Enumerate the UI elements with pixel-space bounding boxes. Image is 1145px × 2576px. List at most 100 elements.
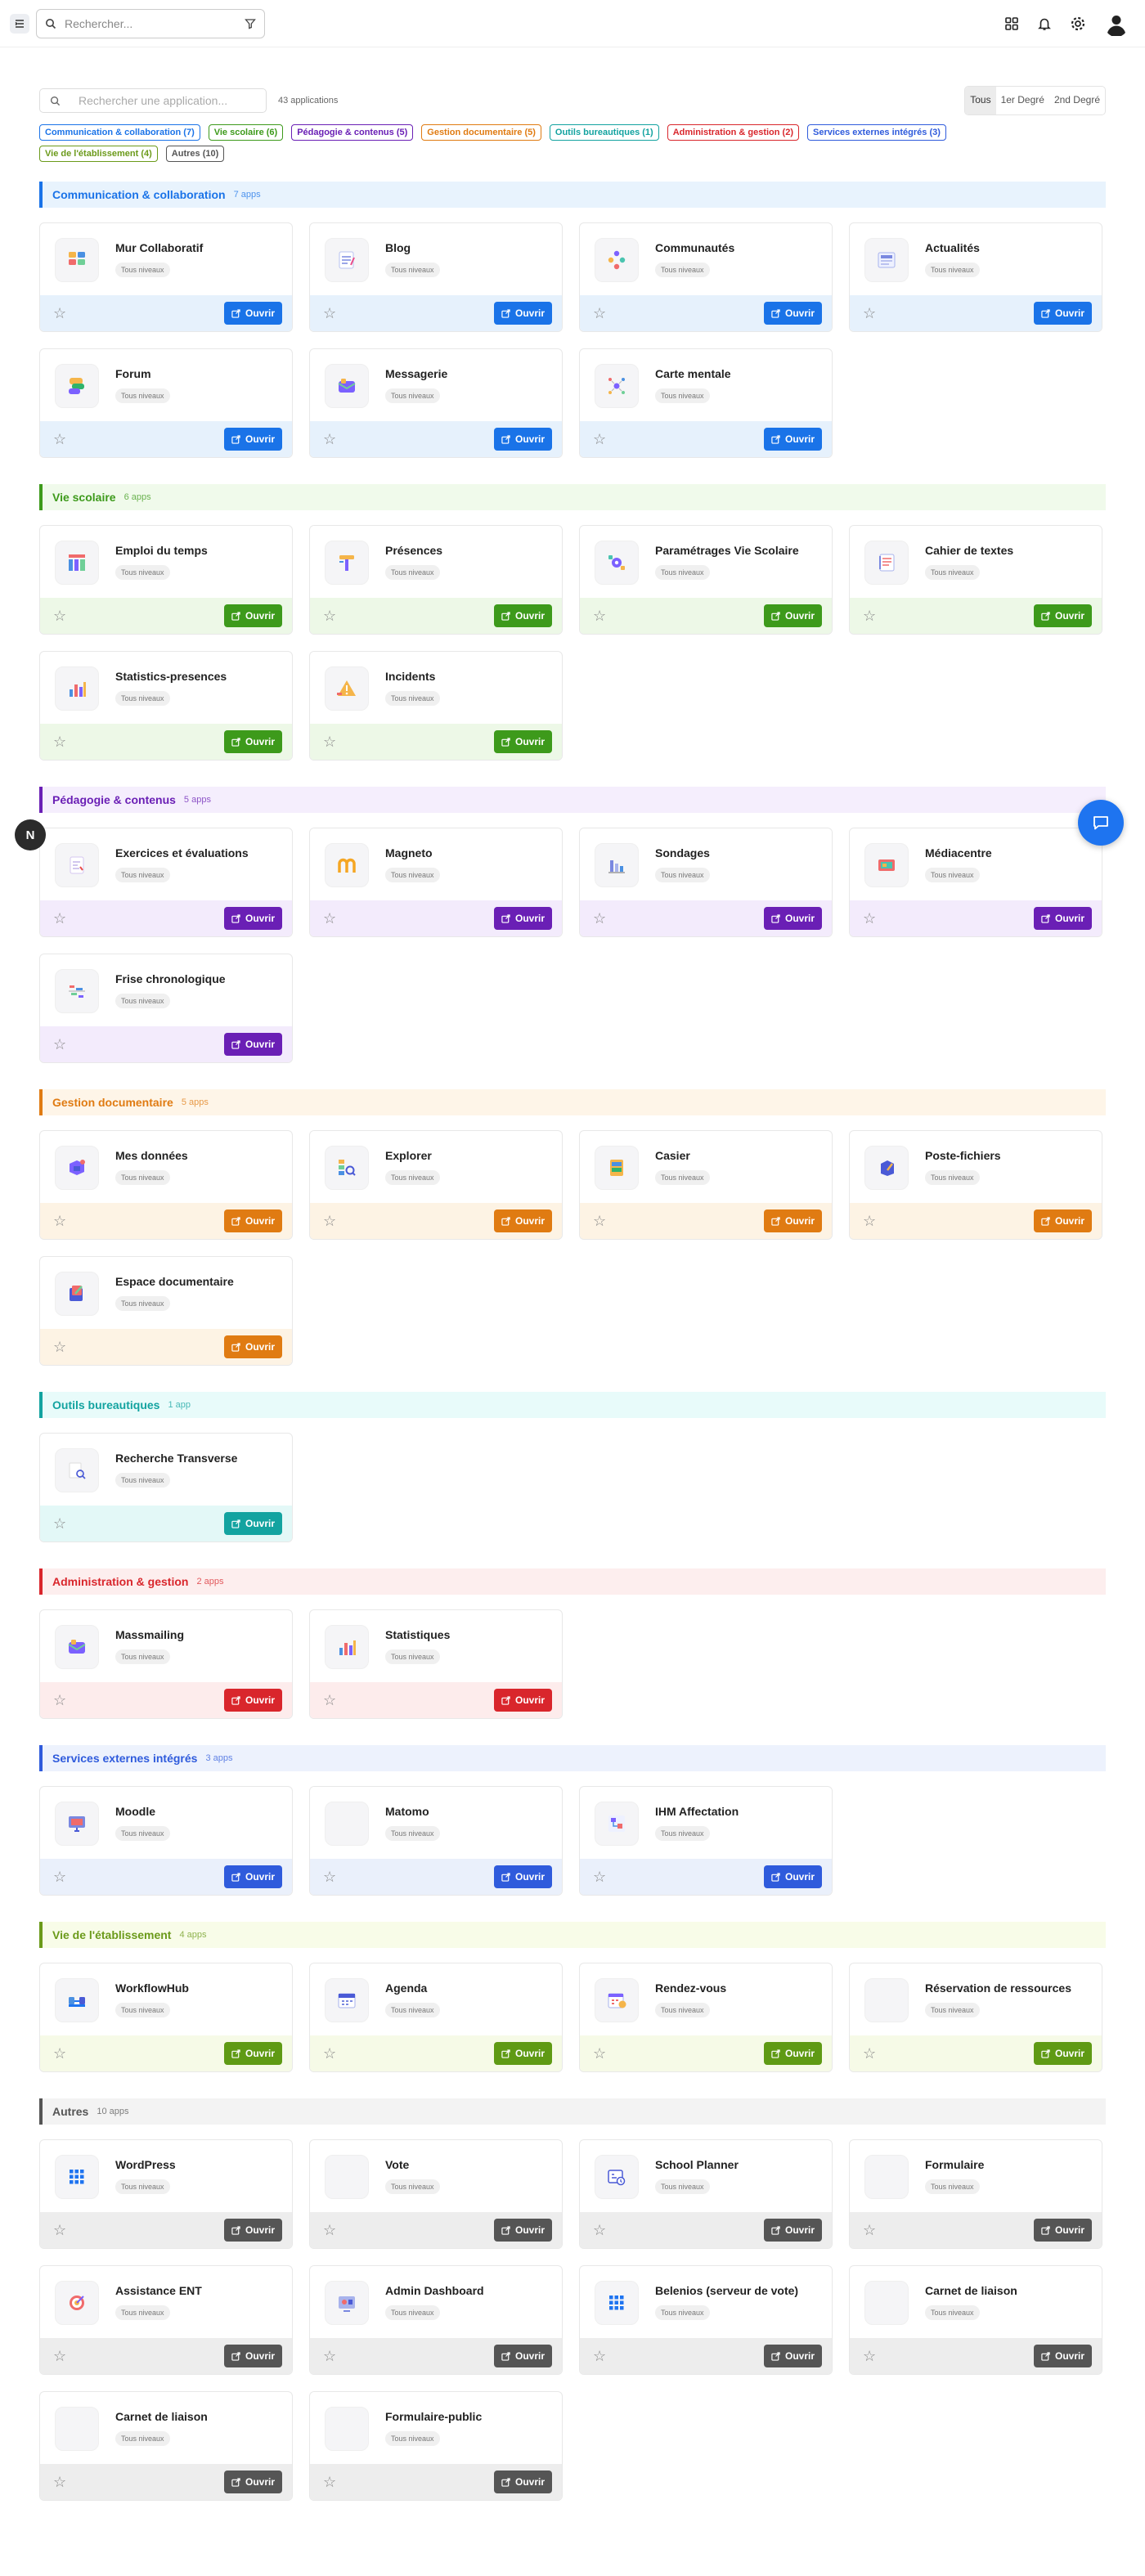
app-card[interactable]: Sondages Tous niveaux ☆ Ouvrir (579, 828, 833, 937)
menu-toggle-button[interactable] (10, 13, 29, 34)
open-app-button[interactable]: Ouvrir (763, 2345, 822, 2367)
favorite-star-icon[interactable]: ☆ (593, 305, 606, 322)
open-app-button[interactable]: Ouvrir (223, 1335, 282, 1358)
app-card[interactable]: IHM Affectation Tous niveaux ☆ Ouvrir (579, 1786, 833, 1896)
favorite-star-icon[interactable]: ☆ (323, 910, 336, 927)
favorite-star-icon[interactable]: ☆ (53, 2348, 66, 2365)
open-app-button[interactable]: Ouvrir (223, 2471, 282, 2493)
app-card[interactable]: Admin Dashboard Tous niveaux ☆ Ouvrir (309, 2265, 563, 2375)
app-card[interactable]: Communautés Tous niveaux ☆ Ouvrir (579, 222, 833, 332)
favorite-star-icon[interactable]: ☆ (53, 1036, 66, 1053)
app-card[interactable]: Espace documentaire Tous niveaux ☆ Ouvrir (39, 1256, 293, 1366)
category-filter-chip[interactable]: Administration & gestion (2) (667, 124, 799, 141)
open-app-button[interactable]: Ouvrir (493, 302, 552, 325)
app-card[interactable]: Actualités Tous niveaux ☆ Ouvrir (849, 222, 1102, 332)
category-filter-chip[interactable]: Vie scolaire (6) (208, 124, 284, 141)
favorite-star-icon[interactable]: ☆ (593, 1213, 606, 1230)
open-app-button[interactable]: Ouvrir (493, 907, 552, 930)
app-card[interactable]: Blog Tous niveaux ☆ Ouvrir (309, 222, 563, 332)
favorite-star-icon[interactable]: ☆ (593, 608, 606, 625)
open-app-button[interactable]: Ouvrir (493, 730, 552, 753)
app-card[interactable]: Recherche Transverse Tous niveaux ☆ Ouvrir (39, 1433, 293, 1542)
open-app-button[interactable]: Ouvrir (1033, 2042, 1092, 2065)
open-app-button[interactable]: Ouvrir (493, 604, 552, 627)
open-app-button[interactable]: Ouvrir (223, 1865, 282, 1888)
open-app-button[interactable]: Ouvrir (493, 2219, 552, 2242)
open-app-button[interactable]: Ouvrir (763, 1209, 822, 1232)
favorite-star-icon[interactable]: ☆ (53, 608, 66, 625)
category-filter-chip[interactable]: Services externes intégrés (3) (806, 124, 946, 141)
open-app-button[interactable]: Ouvrir (223, 1209, 282, 1232)
open-app-button[interactable]: Ouvrir (223, 2219, 282, 2242)
tab-1er-degre[interactable]: 1er Degré (996, 87, 1049, 114)
global-search-input[interactable]: Rechercher... (36, 8, 265, 38)
app-card[interactable]: Statistiques Tous niveaux ☆ Ouvrir (309, 1609, 563, 1719)
favorite-star-icon[interactable]: ☆ (323, 734, 336, 751)
favorite-star-icon[interactable]: ☆ (53, 2222, 66, 2239)
favorite-star-icon[interactable]: ☆ (863, 910, 876, 927)
favorite-star-icon[interactable]: ☆ (863, 305, 876, 322)
favorite-star-icon[interactable]: ☆ (53, 1692, 66, 1709)
category-filter-chip[interactable]: Pédagogie & contenus (5) (291, 124, 414, 141)
open-app-button[interactable]: Ouvrir (493, 428, 552, 451)
app-card[interactable]: Vote Tous niveaux ☆ Ouvrir (309, 2139, 563, 2249)
favorite-star-icon[interactable]: ☆ (593, 431, 606, 448)
open-app-button[interactable]: Ouvrir (223, 730, 282, 753)
favorite-star-icon[interactable]: ☆ (863, 608, 876, 625)
favorite-star-icon[interactable]: ☆ (53, 1869, 66, 1886)
open-app-button[interactable]: Ouvrir (763, 302, 822, 325)
app-card[interactable]: Emploi du temps Tous niveaux ☆ Ouvrir (39, 525, 293, 635)
app-card[interactable]: Casier Tous niveaux ☆ Ouvrir (579, 1130, 833, 1240)
favorite-star-icon[interactable]: ☆ (323, 2474, 336, 2491)
favorite-star-icon[interactable]: ☆ (323, 1869, 336, 1886)
app-card[interactable]: Exercices et évaluations Tous niveaux ☆ Ouv… (39, 828, 293, 937)
tab-2nd-degre[interactable]: 2nd Degré (1049, 87, 1105, 114)
open-app-button[interactable]: Ouvrir (493, 2345, 552, 2367)
app-card[interactable]: Réservation de ressources Tous niveaux ☆ Ou… (849, 1963, 1102, 2072)
tab-tous[interactable]: Tous (965, 87, 996, 114)
open-app-button[interactable]: Ouvrir (1033, 604, 1092, 627)
app-card[interactable]: Cahier de textes Tous niveaux ☆ Ouvrir (849, 525, 1102, 635)
settings-gear-icon[interactable] (1070, 16, 1086, 32)
favorite-star-icon[interactable]: ☆ (863, 2045, 876, 2062)
filter-icon[interactable] (245, 18, 256, 29)
favorite-star-icon[interactable]: ☆ (593, 2222, 606, 2239)
open-app-button[interactable]: Ouvrir (493, 1689, 552, 1712)
app-card[interactable]: Carte mentale Tous niveaux ☆ Ouvrir (579, 348, 833, 458)
category-filter-chip[interactable]: Vie de l'établissement (4) (39, 146, 158, 162)
category-filter-chip[interactable]: Autres (10) (165, 146, 225, 162)
favorite-star-icon[interactable]: ☆ (323, 431, 336, 448)
app-card[interactable]: Mur Collaboratif Tous niveaux ☆ Ouvrir (39, 222, 293, 332)
favorite-star-icon[interactable]: ☆ (323, 2348, 336, 2365)
favorite-star-icon[interactable]: ☆ (593, 910, 606, 927)
open-app-button[interactable]: Ouvrir (1033, 2219, 1092, 2242)
open-app-button[interactable]: Ouvrir (223, 2345, 282, 2367)
open-app-button[interactable]: Ouvrir (763, 2042, 822, 2065)
favorite-star-icon[interactable]: ☆ (323, 2222, 336, 2239)
app-card[interactable]: Carnet de liaison Tous niveaux ☆ Ouvrir (849, 2265, 1102, 2375)
nuxt-devtools-icon[interactable]: N (15, 819, 46, 850)
app-card[interactable]: Formulaire-public Tous niveaux ☆ Ouvrir (309, 2391, 563, 2501)
chat-button[interactable] (1078, 800, 1124, 846)
category-filter-chip[interactable]: Communication & collaboration (7) (39, 124, 200, 141)
favorite-star-icon[interactable]: ☆ (53, 2045, 66, 2062)
open-app-button[interactable]: Ouvrir (1033, 302, 1092, 325)
app-card[interactable]: Formulaire Tous niveaux ☆ Ouvrir (849, 2139, 1102, 2249)
favorite-star-icon[interactable]: ☆ (53, 734, 66, 751)
favorite-star-icon[interactable]: ☆ (53, 910, 66, 927)
app-card[interactable]: Carnet de liaison Tous niveaux ☆ Ouvrir (39, 2391, 293, 2501)
favorite-star-icon[interactable]: ☆ (323, 1692, 336, 1709)
favorite-star-icon[interactable]: ☆ (863, 1213, 876, 1230)
apps-grid-icon[interactable] (1004, 16, 1019, 31)
app-card[interactable]: Frise chronologique Tous niveaux ☆ Ouvrir (39, 954, 293, 1063)
favorite-star-icon[interactable]: ☆ (323, 608, 336, 625)
open-app-button[interactable]: Ouvrir (223, 302, 282, 325)
favorite-star-icon[interactable]: ☆ (323, 2045, 336, 2062)
bell-icon[interactable] (1037, 16, 1052, 31)
app-card[interactable]: Moodle Tous niveaux ☆ Ouvrir (39, 1786, 293, 1896)
favorite-star-icon[interactable]: ☆ (53, 305, 66, 322)
app-card[interactable]: Messagerie Tous niveaux ☆ Ouvrir (309, 348, 563, 458)
favorite-star-icon[interactable]: ☆ (863, 2222, 876, 2239)
favorite-star-icon[interactable]: ☆ (53, 1213, 66, 1230)
app-card[interactable]: Matomo Tous niveaux ☆ Ouvrir (309, 1786, 563, 1896)
